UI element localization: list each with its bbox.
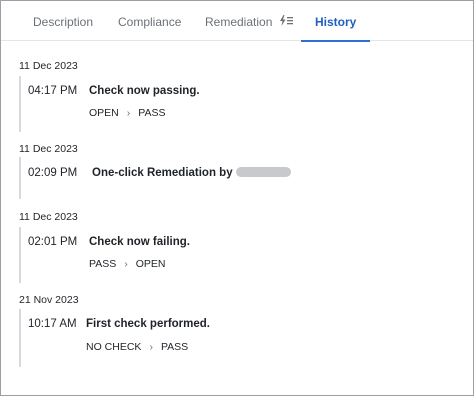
status-to: OPEN xyxy=(135,258,166,270)
status-to: PASS xyxy=(138,107,166,119)
history-date: 21 Nov 2023 xyxy=(19,294,79,306)
status-transition: NO CHECK › PASS xyxy=(86,341,188,353)
status-transition: PASS › OPEN xyxy=(89,258,166,270)
history-entry: 04:17 PM Check now passing. OPEN › PASS xyxy=(19,76,459,132)
tab-remediation[interactable]: Remediation xyxy=(205,1,294,41)
tab-compliance[interactable]: Compliance xyxy=(118,1,181,41)
tab-label: Compliance xyxy=(118,15,182,29)
history-panel: Description Compliance Remediation Histo… xyxy=(0,0,474,396)
history-date: 11 Dec 2023 xyxy=(19,211,78,223)
history-entry: 02:09 PM One-click Remediation by xyxy=(19,157,459,199)
status-from: OPEN xyxy=(89,107,119,119)
history-time: 04:17 PM xyxy=(28,85,78,97)
history-date: 11 Dec 2023 xyxy=(19,143,78,155)
history-entry: 10:17 AM First check performed. NO CHECK… xyxy=(19,309,459,367)
history-time: 10:17 AM xyxy=(28,318,77,330)
status-transition: OPEN › PASS xyxy=(89,107,166,119)
history-message: First check performed. xyxy=(86,318,210,330)
history-message: Check now failing. xyxy=(89,236,190,248)
history-message: One-click Remediation by xyxy=(92,166,291,179)
tab-history[interactable]: History xyxy=(300,1,371,42)
tab-label: Remediation xyxy=(205,15,273,29)
status-to: PASS xyxy=(160,341,189,353)
history-date: 11 Dec 2023 xyxy=(19,60,78,72)
tab-label: Description xyxy=(33,15,94,29)
status-from: PASS xyxy=(89,258,117,270)
history-entry: 02:01 PM Check now failing. PASS › OPEN xyxy=(19,227,459,283)
tab-label: History xyxy=(315,15,357,29)
history-message-text: One-click Remediation by xyxy=(92,167,233,179)
status-from: NO CHECK xyxy=(86,341,142,353)
chevron-right-icon: › xyxy=(126,107,131,119)
tab-description[interactable]: Description xyxy=(33,1,93,41)
redacted-user xyxy=(235,166,291,177)
history-message: Check now passing. xyxy=(89,85,200,97)
history-time: 02:09 PM xyxy=(28,167,78,179)
lightning-list-icon xyxy=(279,1,294,43)
tab-bar: Description Compliance Remediation Histo… xyxy=(1,1,473,42)
chevron-right-icon: › xyxy=(149,341,153,353)
history-time: 02:01 PM xyxy=(28,236,78,248)
chevron-right-icon: › xyxy=(124,258,128,270)
